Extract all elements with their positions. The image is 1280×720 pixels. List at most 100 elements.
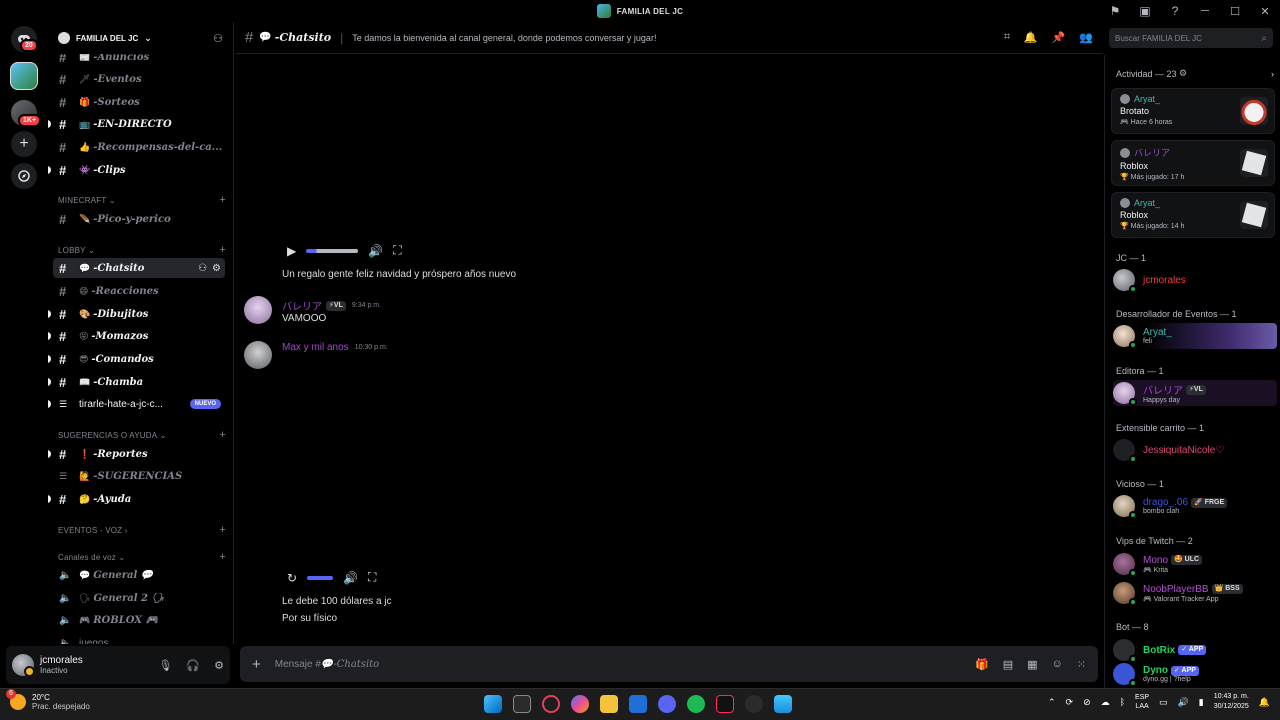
avatar[interactable]: [12, 654, 35, 677]
activity-card[interactable]: Aryat_ Roblox 🏆 Más jugado: 14 h: [1111, 192, 1275, 238]
activity-card[interactable]: Aryat_ Brotato 🎮 Hace 6 horas: [1111, 88, 1275, 134]
discord-icon[interactable]: [658, 695, 676, 713]
opera-icon[interactable]: [542, 695, 560, 713]
channel-recompensas[interactable]: # 👍 -Recompensas-del-ca...: [53, 137, 225, 157]
channel-eventos[interactable]: # 🗡 -Eventos: [53, 69, 225, 89]
add-channel-icon[interactable]: +: [219, 524, 226, 536]
chevron-right-icon[interactable]: ›: [1271, 69, 1274, 79]
channel-reacciones[interactable]: # 😄 -Reacciones: [53, 281, 225, 301]
volume-slider[interactable]: [307, 575, 334, 580]
add-channel-icon[interactable]: +: [219, 429, 226, 441]
apps-icon[interactable]: ⁙: [1077, 658, 1086, 671]
task-view-icon[interactable]: [513, 695, 531, 713]
spotify-icon[interactable]: [687, 695, 705, 713]
discover-icon[interactable]: [11, 163, 37, 189]
weather-widget[interactable]: 6 20°C Prac. despejado: [6, 689, 90, 711]
member-item[interactable]: jcmorales: [1113, 267, 1277, 293]
invite-icon[interactable]: ⚇: [198, 263, 207, 274]
voice-channel-roblox[interactable]: 🔈 🎮 ROBLOX 🎮: [53, 610, 225, 630]
network-icon[interactable]: ▭: [1159, 697, 1168, 708]
message-author[interactable]: バレリア ⚡VL 9:34 p.m.: [282, 298, 381, 313]
cloud-icon[interactable]: ☁: [1101, 697, 1110, 708]
screen-icon[interactable]: ▣: [1130, 0, 1160, 22]
category-sugerencias[interactable]: SUGERENCIAS O AYUDA ⌄ +: [58, 428, 226, 442]
threads-icon[interactable]: ⌗: [1004, 31, 1010, 44]
gif-icon[interactable]: ▤: [1003, 658, 1013, 671]
channel-topic[interactable]: Te damos la bienvenida al canal general,…: [352, 33, 656, 43]
invite-people-icon[interactable]: ⚇: [213, 32, 223, 45]
channel-en-directo[interactable]: # 📺 -EN-DIRECTO: [48, 114, 225, 134]
volume-icon[interactable]: 🔊: [368, 244, 383, 258]
gift-icon[interactable]: 🎁: [975, 658, 989, 671]
member-item[interactable]: NoobPlayerBB 👑 BSS 🎮 Valorant Tracker App: [1113, 580, 1277, 606]
inbox-icon[interactable]: ⚑: [1100, 0, 1130, 22]
avatar[interactable]: [244, 296, 272, 324]
channel-tirarle-hate[interactable]: ☰ tirarle-hate-a-jc-c... NUEVO: [48, 394, 225, 414]
tiktok-icon[interactable]: [716, 695, 734, 713]
headphones-icon[interactable]: 🎧: [186, 659, 200, 672]
add-channel-icon[interactable]: +: [219, 194, 226, 206]
channel-sorteos[interactable]: # 🎁 -Sorteos: [53, 92, 225, 112]
play-icon[interactable]: ▶: [287, 244, 296, 258]
help-icon[interactable]: ?: [1160, 0, 1190, 22]
sync-icon[interactable]: ⟳: [1066, 697, 1074, 708]
channel-clips[interactable]: # 👾 -Clips: [48, 160, 225, 180]
server-header[interactable]: FAMILIA DEL JC ⌄ ⚇: [48, 22, 233, 54]
emoji-icon[interactable]: ☺: [1052, 658, 1063, 671]
message-author[interactable]: Max y mil anos 10:30 p.m.: [282, 342, 388, 353]
voice-channel-general-2[interactable]: 🔈 🗣 General 2 🗣: [53, 588, 225, 608]
member-item[interactable]: Dyno ✓ APP dyno.gg | ?help: [1113, 661, 1277, 687]
attach-icon[interactable]: +: [252, 656, 261, 673]
category-minecraft[interactable]: MINECRAFT ⌄ +: [58, 193, 226, 207]
gear-icon[interactable]: ⚙: [214, 659, 224, 672]
member-item[interactable]: BotRix ✓ APP: [1113, 637, 1277, 663]
clock[interactable]: 10:43 p. m. 30/12/2025: [1214, 692, 1249, 712]
fullscreen-icon[interactable]: ⛶: [393, 243, 401, 258]
channel-comandos[interactable]: # 😎 -Comandos: [48, 349, 225, 369]
add-server-icon[interactable]: +: [11, 131, 37, 157]
wifi-off-icon[interactable]: ⊘: [1083, 697, 1091, 708]
category-lobby[interactable]: LOBBY ⌄ +: [58, 243, 226, 257]
notification-icon[interactable]: 🔔: [1259, 697, 1270, 708]
microphone-icon[interactable]: 🎙: [158, 659, 172, 672]
channel-reportes[interactable]: # ❗ -Reportes: [48, 444, 225, 464]
gear-icon[interactable]: ⚙: [212, 263, 221, 274]
minimize-button[interactable]: ─: [1190, 0, 1220, 22]
channel-pico-y-perico[interactable]: # 🪶 -Pico-y-perico: [53, 209, 225, 229]
store-icon[interactable]: [629, 695, 647, 713]
channel-ayuda[interactable]: # 🤔 -Ayuda: [48, 489, 225, 509]
replay-icon[interactable]: ↻: [287, 571, 297, 585]
search-input[interactable]: Buscar FAMILIA DEL JC ⌕: [1109, 28, 1273, 48]
avatar[interactable]: [244, 341, 272, 369]
speaker-icon[interactable]: 🔊: [1178, 697, 1189, 708]
fullscreen-icon[interactable]: ⛶: [368, 570, 376, 585]
member-item[interactable]: バレリア ⚡VL Happys day: [1113, 380, 1277, 406]
close-button[interactable]: ✕: [1250, 0, 1280, 22]
activity-card[interactable]: バレリア Roblox 🏆 Más jugado: 17 h: [1111, 140, 1275, 186]
channel-sugerencias[interactable]: ☰ 🙋 -SUGERENCIAS: [53, 466, 225, 486]
members-icon[interactable]: 👥: [1079, 31, 1093, 44]
file-explorer-icon[interactable]: [600, 695, 618, 713]
maximize-button[interactable]: ☐: [1220, 0, 1250, 22]
battery-icon[interactable]: ▮: [1199, 697, 1204, 708]
channel-chatsito[interactable]: # 💬 -Chatsito ⚇ ⚙: [53, 258, 225, 278]
channel-anuncios[interactable]: # 📰 -Anuncios: [53, 54, 225, 67]
language-indicator[interactable]: ESP LAA: [1135, 693, 1149, 711]
copilot-icon[interactable]: [571, 695, 589, 713]
bell-icon[interactable]: 🔔: [1024, 31, 1038, 44]
member-item[interactable]: Aryat_ feli: [1113, 323, 1277, 349]
category-canales-voz[interactable]: Canales de voz ⌄ +: [58, 550, 226, 564]
bluetooth-icon[interactable]: ᛒ: [1120, 697, 1125, 707]
channel-momazos[interactable]: # 😝 -Momazos: [48, 326, 225, 346]
chevron-up-icon[interactable]: ⌃: [1048, 697, 1056, 708]
channel-chamba[interactable]: # 📖 -Chamba: [48, 372, 225, 392]
member-item[interactable]: drago_.06 🚀 FRGE bombo clah: [1113, 493, 1277, 519]
message-composer[interactable]: + Mensaje #💬-Chatsito 🎁 ▤ ▦ ☺ ⁙: [240, 646, 1098, 682]
message-input[interactable]: Mensaje #💬-Chatsito: [275, 659, 379, 670]
volume-slider[interactable]: [306, 248, 359, 253]
voice-channel-juegos[interactable]: 🔈 juegos: [53, 633, 225, 645]
voice-channel-general[interactable]: 🔈 💬 General 💬: [53, 565, 225, 585]
activity-header[interactable]: Actividad — 23 ⚙ ›: [1116, 68, 1274, 79]
server-familia-icon[interactable]: [10, 62, 38, 90]
pin-icon[interactable]: 📌: [1052, 31, 1066, 44]
